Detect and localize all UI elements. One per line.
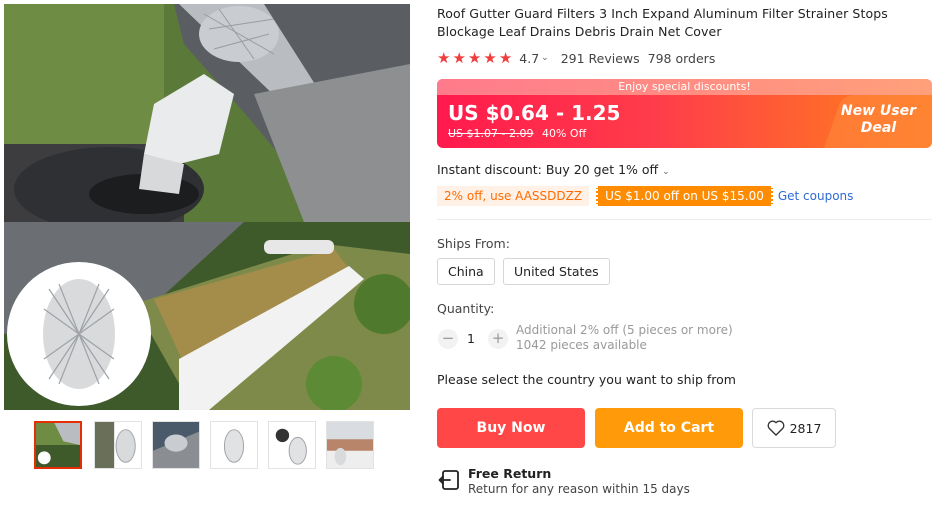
original-price-row: US $1.07 - 2.09 40% Off — [448, 127, 586, 140]
ships-from-label: Ships From: — [437, 236, 510, 251]
quantity-note: Additional 2% off (5 pieces or more) 104… — [516, 323, 733, 353]
chevron-down-icon: ⌄ — [662, 167, 670, 177]
discount-banner-label: Enjoy special discounts! — [437, 79, 932, 95]
star-rating: ★ ★ ★ ★ ★ — [437, 48, 513, 67]
add-to-cart-button[interactable]: Add to Cart — [595, 408, 743, 448]
original-price: US $1.07 - 2.09 — [448, 127, 534, 140]
mesh-strainer-photo-icon — [95, 422, 141, 468]
store-coupon-badge[interactable]: US $1.00 off on US $15.00 — [596, 186, 773, 206]
stock-available: 1042 pieces available — [516, 338, 647, 352]
divider — [437, 219, 932, 220]
roof-gutter-photo-icon — [327, 422, 373, 468]
quantity-increase-button[interactable]: + — [488, 329, 508, 349]
coupon-code-badge[interactable]: 2% off, use AASSDDZZ — [437, 186, 590, 206]
wishlist-button[interactable]: 2817 — [752, 408, 836, 448]
coupon-row: 2% off, use AASSDDZZ US $1.00 off on US … — [437, 186, 853, 206]
thumbnail-gutter-installed[interactable] — [152, 421, 200, 469]
main-product-image[interactable] — [4, 4, 410, 410]
mesh-cylinder-photo-icon — [211, 422, 257, 468]
quantity-decrease-button[interactable]: − — [438, 329, 458, 349]
discount-percent: 40% Off — [541, 127, 587, 140]
free-return-info: Free Return Return for any reason within… — [437, 466, 690, 497]
price-range: US $0.64 - 1.25 — [448, 101, 621, 125]
gutter-installed-photo-icon — [153, 422, 199, 468]
star-icon: ★ — [452, 48, 466, 67]
deal-line: Deal — [860, 120, 897, 136]
star-icon: ★ — [437, 48, 451, 67]
ship-option-china[interactable]: China — [437, 258, 495, 285]
rating-row: ★ ★ ★ ★ ★ 4.7 ⌄ 291 Reviews 798 orders — [437, 49, 715, 67]
bulk-discount-note: Additional 2% off (5 pieces or more) — [516, 323, 733, 337]
quantity-value[interactable]: 1 — [467, 331, 475, 346]
star-icon: ★ — [483, 48, 497, 67]
mesh-with-cap-photo-icon — [269, 422, 315, 468]
new-user-deal-text: New User Deal — [841, 103, 916, 137]
star-icon: ★ — [498, 48, 513, 67]
instant-discount-text: Instant discount: Buy 20 get 1% off — [437, 162, 659, 177]
rating-value[interactable]: 4.7 — [519, 51, 539, 66]
chevron-down-icon[interactable]: ⌄ — [541, 53, 549, 63]
buy-now-button[interactable]: Buy Now — [437, 408, 585, 448]
free-return-subtitle: Return for any reason within 15 days — [468, 482, 690, 496]
thumbnail-mesh-strainer[interactable] — [94, 421, 142, 469]
product-title: Roof Gutter Guard Filters 3 Inch Expand … — [437, 6, 888, 39]
instant-discount[interactable]: Instant discount: Buy 20 get 1% off ⌄ — [437, 162, 670, 177]
get-coupons-link[interactable]: Get coupons — [778, 189, 854, 203]
orders-count: 798 orders — [647, 50, 716, 66]
new-user-line: New User — [840, 103, 916, 119]
ship-option-united-states[interactable]: United States — [503, 258, 610, 285]
wishlist-count: 2817 — [789, 420, 822, 436]
return-icon — [438, 470, 459, 490]
free-return-title: Free Return — [468, 466, 552, 481]
heart-icon — [767, 420, 785, 436]
thumbnail-roof-gutter[interactable] — [326, 421, 374, 469]
thumbnail-mesh-with-cap[interactable] — [268, 421, 316, 469]
thumbnail-mesh-cylinder[interactable] — [210, 421, 258, 469]
new-user-deal-badge: New User Deal — [812, 95, 932, 148]
free-return-text: Free Return Return for any reason within… — [468, 466, 690, 497]
reviews-count[interactable]: 291 Reviews — [561, 51, 640, 66]
quantity-label: Quantity: — [437, 301, 495, 316]
price-banner: Enjoy special discounts! US $0.64 - 1.25… — [437, 79, 932, 148]
star-icon: ★ — [467, 48, 482, 67]
product-photo — [4, 4, 410, 410]
thumbnail-downspout[interactable] — [34, 421, 82, 469]
downspout-photo-icon — [36, 423, 80, 467]
ship-country-notice: Please select the country you want to sh… — [437, 372, 736, 387]
